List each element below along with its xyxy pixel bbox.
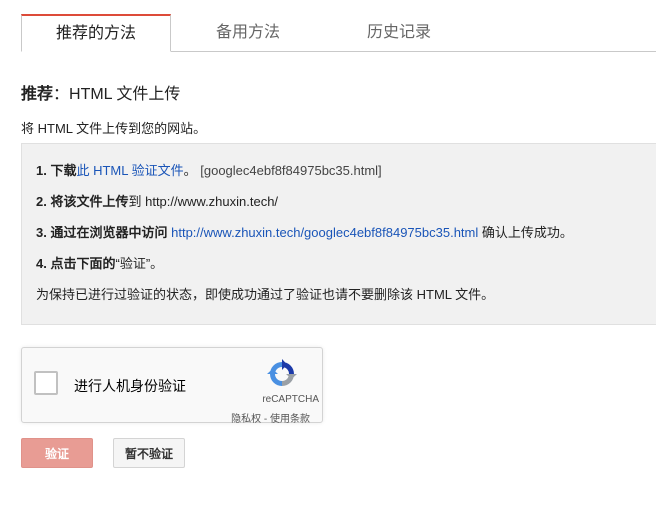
step-3-rest: 确认上传成功。 (478, 225, 573, 240)
step-1-num: 1. (36, 163, 51, 178)
keep-file-note: 为保持已进行过验证的状态，即使成功通过了验证也请不要删除该 HTML 文件。 (36, 287, 495, 302)
step-2: 2. 将该文件上传到 http://www.zhuxin.tech/ (36, 191, 278, 210)
step-3-num: 3. (36, 225, 51, 240)
step-3: 3. 通过在浏览器中访问 http://www.zhuxin.tech/goog… (36, 222, 573, 241)
step-4-num: 4. (36, 256, 51, 271)
recaptcha-links: 隐私权 - 使用条款 (231, 410, 310, 425)
tab-recommended[interactable]: 推荐的方法 (21, 14, 171, 52)
page-subtitle: 将 HTML 文件上传到您的网站。 (21, 121, 207, 136)
links-separator: - (261, 414, 270, 425)
skip-verify-button[interactable]: 暂不验证 (113, 438, 185, 468)
recaptcha-checkbox[interactable] (34, 371, 58, 395)
step-1-bold: 下载 (50, 163, 77, 178)
page-title: 推荐：HTML 文件上传 (21, 80, 180, 104)
privacy-link[interactable]: 隐私权 (231, 414, 261, 425)
download-file-link[interactable]: 此 HTML 验证文件 (76, 163, 183, 178)
recaptcha-widget: 进行人机身份验证 reCAPTCHA 隐私权 - 使用条款 (21, 347, 323, 425)
step-4: 4. 点击下面的“验证”。 (36, 253, 163, 272)
verify-button[interactable]: 验证 (21, 438, 93, 468)
title-bold: 推荐 (21, 86, 54, 103)
step-3-bold: 通过在浏览器中访问 (50, 225, 168, 240)
verify-url-link[interactable]: http://www.zhuxin.tech/googlec4ebf8f8497… (171, 225, 478, 240)
instructions-panel: 1. 下载此 HTML 验证文件。 [googlec4ebf8f84975bc3… (21, 143, 656, 325)
recaptcha-brand: reCAPTCHA (262, 394, 319, 405)
step-2-bold: 将该文件上传 (50, 194, 129, 209)
tab-history[interactable]: 历史记录 (324, 14, 474, 51)
recaptcha-label: 进行人机身份验证 (74, 378, 186, 394)
tab-bar: 推荐的方法 备用方法 历史记录 (21, 14, 656, 52)
terms-link[interactable]: 使用条款 (270, 414, 310, 425)
recaptcha-logo-icon (267, 359, 297, 386)
step-1-mid: 。 (183, 163, 201, 178)
step-2-num: 2. (36, 194, 51, 209)
step-2-rest: 到 http://www.zhuxin.tech/ (128, 194, 279, 209)
step-4-bold: 点击下面的 (50, 256, 116, 271)
tab-alternate[interactable]: 备用方法 (173, 14, 323, 51)
step-1: 1. 下载此 HTML 验证文件。 [googlec4ebf8f84975bc3… (36, 160, 382, 179)
file-name: [googlec4ebf8f84975bc35.html] (200, 163, 382, 178)
step-4-rest: “验证”。 (115, 256, 164, 271)
title-rest: ：HTML 文件上传 (53, 86, 181, 103)
